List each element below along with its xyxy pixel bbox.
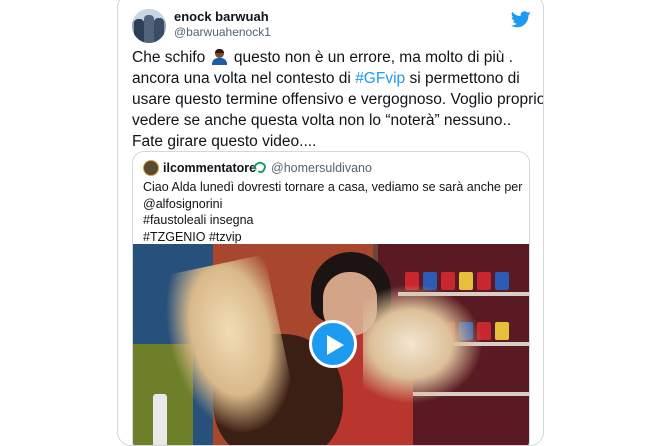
play-button[interactable] (309, 320, 357, 368)
twitter-bird-icon[interactable] (511, 11, 531, 28)
tweet-card[interactable]: enock barwuah @barwuahenock1 Che schifo … (117, 0, 544, 446)
tweet-line-1-end: questo non è un errore, ma molto di più … (233, 49, 514, 66)
tweet-line-3: usare questo termine offensivo e vergogn… (132, 91, 544, 108)
tweet-line-2-start: ancora una volta nel contesto di (132, 70, 351, 87)
verified-badge-icon (254, 161, 266, 173)
quoted-line: Ciao Alda lunedì dovresti tornare a casa… (143, 180, 523, 194)
quoted-author-name[interactable]: ilcommentatore (163, 161, 256, 175)
person-emoji-icon (211, 49, 228, 65)
author-name[interactable]: enock barwuah (174, 9, 269, 24)
tweet-line-5: Fate girare questo video.... (132, 133, 317, 150)
tweet-text: Che schifo questo non è un errore, ma mo… (132, 47, 544, 152)
quoted-text: Ciao Alda lunedì dovresti tornare a casa… (143, 179, 523, 245)
tweet-line-4: vedere se anche questa volta non lo “not… (132, 112, 512, 129)
quoted-author-handle[interactable]: @homersuldivano (271, 161, 372, 175)
quoted-tweet[interactable]: ilcommentatore @homersuldivano Ciao Alda… (132, 151, 530, 445)
hashtag-link[interactable]: #GFvip (355, 70, 405, 87)
play-icon (327, 335, 344, 355)
mention-link[interactable]: @alfosignorini (143, 196, 523, 213)
author-handle[interactable]: @barwuahenock1 (174, 25, 271, 39)
hashtag-line[interactable]: #TZGENIO #tzvip (143, 229, 523, 246)
video-player[interactable] (133, 244, 529, 445)
quoted-avatar[interactable] (143, 160, 159, 176)
tweet-line-1-start: Che schifo (132, 49, 206, 66)
tweet-line-2-end: si permettono di (409, 70, 520, 87)
author-avatar[interactable] (132, 9, 166, 43)
hashtag-line[interactable]: #faustoleali insegna (143, 212, 523, 229)
